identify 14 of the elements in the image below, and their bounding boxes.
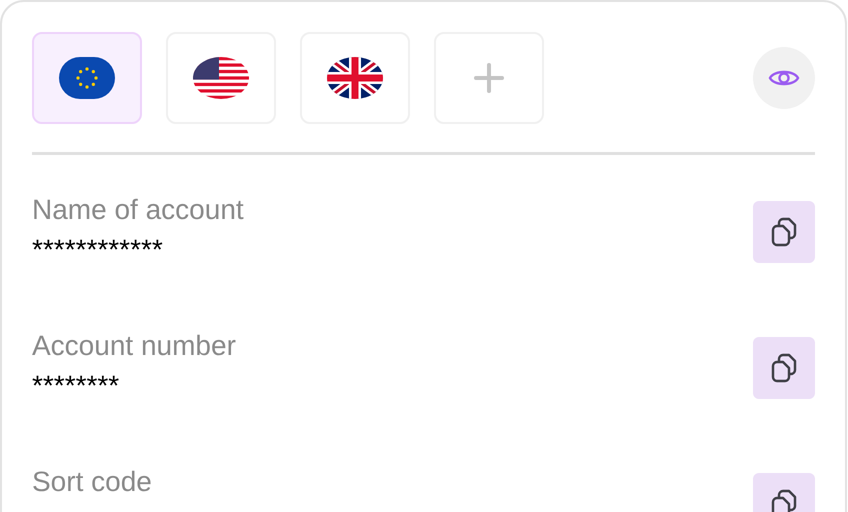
field-label: Account number [32,329,236,363]
currency-tab[interactable] [300,32,410,124]
field-label: Sort code [32,465,152,499]
uk-flag-icon [327,57,383,99]
us-flag-icon [193,57,249,99]
eu-flag-icon [59,57,115,99]
copy-button[interactable] [753,201,815,263]
field-value: ************ [32,233,164,267]
copy-button[interactable] [753,337,815,399]
currency-tab[interactable] [166,32,276,124]
currency-tab[interactable] [32,32,142,124]
plus-icon [474,63,504,93]
field-label: Name of account [32,193,244,227]
field-value: ******** [32,369,120,403]
